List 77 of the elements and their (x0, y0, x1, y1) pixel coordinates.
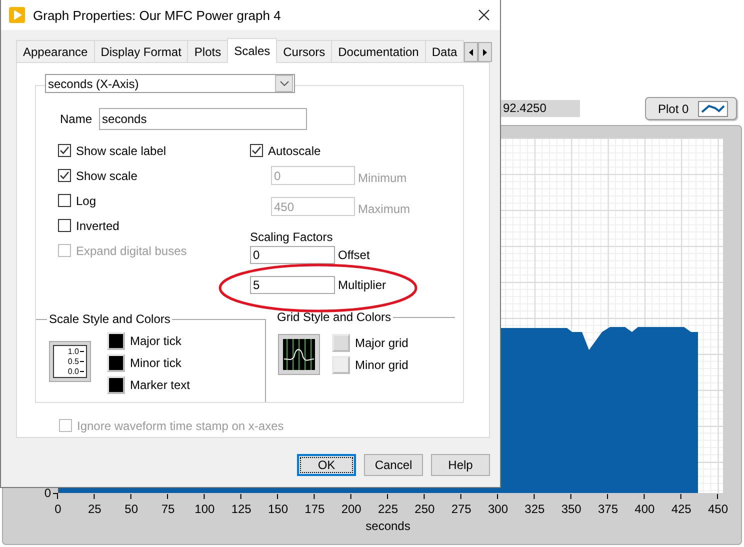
line-style-icon (698, 100, 728, 116)
swatch-label: Marker text (130, 378, 190, 392)
section-title: Grid Style and Colors (277, 310, 392, 324)
checkbox-label: Inverted (76, 218, 120, 232)
dropdown-value: seconds (X-Axis) (48, 76, 139, 90)
checkbox-label: Expand digital buses (76, 244, 187, 258)
input-field[interactable]: 5 (250, 276, 335, 294)
checkbox[interactable] (58, 219, 71, 232)
axis-tick-label: 250 (414, 502, 435, 516)
axis-tick-label: 50 (124, 502, 138, 516)
color-swatch[interactable] (107, 354, 125, 372)
swatch-label: Major grid (355, 336, 408, 350)
color-swatch[interactable] (332, 334, 350, 352)
scroll-right-button[interactable] (478, 42, 492, 62)
name-field[interactable]: seconds (99, 108, 308, 130)
axis-tick-label: 425 (671, 502, 692, 516)
grid-preview-icon (283, 339, 315, 370)
axis-tick-label: 25 (88, 502, 102, 516)
axis-tick-label: 400 (634, 502, 655, 516)
axis-tick-label: 375 (598, 502, 618, 516)
swatch-label: Major tick (130, 334, 182, 348)
color-swatch[interactable] (332, 356, 350, 374)
swatch-label: Minor tick (130, 356, 182, 370)
section-title: Scale Style and Colors (49, 312, 170, 326)
field-label: Maximum (358, 202, 410, 216)
field-label: Minimum (358, 171, 407, 185)
checkbox-label: Ignore waveform time stamp on x-axes (77, 418, 284, 432)
checkbox-label: Show scale (76, 168, 138, 182)
window-title: Graph Properties: Our MFC Power graph 4 (33, 8, 282, 22)
axis-tick-label: 300 (488, 502, 508, 516)
left-arrow-icon (469, 48, 474, 56)
field-label: Offset (338, 248, 370, 262)
checkbox[interactable] (250, 144, 263, 157)
color-swatch[interactable] (107, 332, 125, 350)
tab[interactable]: Scales (227, 38, 278, 63)
axis-tick-label: 100 (194, 502, 215, 516)
field-label: Multiplier (338, 278, 386, 292)
chevron-down-icon (280, 81, 288, 86)
axis-tick-label: 275 (451, 502, 472, 516)
axis-tick-label: 75 (161, 502, 175, 516)
value-readout: 92.4250 (500, 100, 580, 117)
checkbox[interactable] (58, 169, 71, 182)
axis-tick-label: 225 (378, 502, 398, 516)
axis-tick-label: 450 (708, 502, 728, 516)
color-swatch[interactable] (107, 376, 125, 394)
tab[interactable]: Appearance (16, 40, 95, 62)
dialog-button[interactable]: Help (431, 454, 490, 476)
close-icon[interactable] (478, 9, 490, 21)
axis-tick-label: 150 (268, 502, 288, 516)
right-arrow-icon (483, 48, 488, 56)
axis-title: seconds (366, 519, 410, 533)
checkbox[interactable] (58, 144, 71, 157)
plot-legend[interactable]: Plot 0 (645, 97, 737, 120)
scale-style-button[interactable]: 1.0 0.5 0.0 (49, 341, 91, 382)
axis-tick-label: 175 (304, 502, 325, 516)
axis-tick-label: 125 (231, 502, 252, 516)
section-label: Scaling Factors (250, 230, 334, 244)
axis-tick-label: 325 (524, 502, 545, 516)
app-icon (9, 7, 25, 23)
checkbox-label: Show scale label (76, 144, 166, 158)
scroll-left-button[interactable] (464, 42, 478, 62)
axis-dropdown[interactable]: seconds (X-Axis) (45, 74, 295, 93)
grid-style-button[interactable] (278, 334, 320, 375)
axis-tick-label: 200 (341, 502, 362, 516)
checkbox-label: Log (76, 194, 96, 208)
checkbox-label: Autoscale (268, 144, 321, 158)
axis-tick-label: 350 (561, 502, 582, 516)
swatch-label: Minor grid (355, 358, 408, 372)
dialog-button[interactable]: Cancel (364, 454, 423, 476)
dialog-button[interactable]: OK (297, 454, 356, 476)
tab[interactable]: Data (424, 40, 464, 62)
axis-tick-label: 0 (54, 502, 62, 516)
legend-label: Plot 0 (658, 102, 689, 116)
axis-tick-label: 0 (44, 486, 51, 500)
checkbox[interactable] (58, 194, 71, 207)
input-field[interactable]: 0 (250, 246, 335, 264)
field-label: Name (60, 112, 92, 126)
